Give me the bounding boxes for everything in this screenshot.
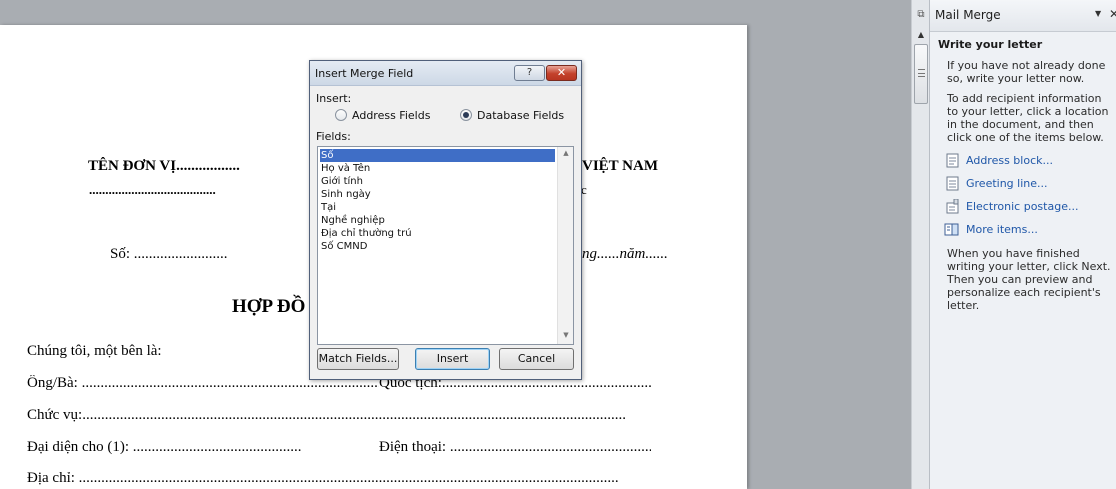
pane-paragraph-3: When you have finished writing your lett…: [947, 247, 1111, 312]
address-block-label: Address block...: [966, 153, 1053, 167]
cancel-button[interactable]: Cancel: [499, 348, 574, 370]
list-item[interactable]: Số: [320, 149, 555, 162]
electronic-postage-icon: [946, 199, 959, 214]
database-fields-label[interactable]: Database Fields: [477, 109, 564, 122]
insert-label: Insert:: [316, 92, 352, 105]
address-line: Địa chỉ: ...............................…: [27, 470, 619, 486]
greeting-line-label: Greeting line...: [966, 176, 1048, 190]
list-item[interactable]: Sinh ngày: [320, 188, 555, 201]
help-button[interactable]: ?: [514, 65, 545, 81]
greeting-line-icon: [946, 176, 959, 191]
scroll-thumb[interactable]: [914, 44, 928, 104]
address-fields-radio[interactable]: [335, 109, 347, 121]
scroll-up-arrow-icon[interactable]: ▲: [558, 149, 574, 157]
address-block-icon: [946, 153, 959, 168]
pane-title: Mail Merge: [935, 8, 1001, 22]
more-items-link[interactable]: More items...: [944, 220, 1038, 238]
match-fields-button[interactable]: Match Fields...: [317, 348, 399, 370]
section-title: Write your letter: [938, 38, 1043, 51]
dialog-title: Insert Merge Field: [315, 67, 414, 80]
more-items-icon: [944, 223, 959, 236]
electronic-postage-link[interactable]: Electronic postage...: [946, 197, 1079, 215]
phone-line: Điện thoại: ............................…: [379, 439, 651, 455]
contract-title: HỢP ĐỒ: [232, 296, 306, 317]
vertical-scrollbar[interactable]: ⧉ ▲: [911, 0, 929, 489]
close-icon[interactable]: ✕: [1109, 7, 1116, 21]
unit-name-line2: .......................................: [89, 182, 216, 197]
database-fields-radio[interactable]: [460, 109, 472, 121]
pane-paragraph-2: To add recipient information to your let…: [947, 92, 1109, 144]
list-item[interactable]: Địa chỉ thường trú: [320, 227, 555, 240]
mail-merge-pane: Mail Merge ▼ ✕ Write your letter If you …: [929, 0, 1116, 489]
list-item[interactable]: Họ và Tên: [320, 162, 555, 175]
list-item[interactable]: Giới tính: [320, 175, 555, 188]
pane-header: Mail Merge ▼ ✕: [930, 0, 1116, 32]
greeting-line-link[interactable]: Greeting line...: [946, 174, 1048, 192]
electronic-postage-label: Electronic postage...: [966, 199, 1079, 213]
fields-label: Fields:: [316, 130, 351, 143]
close-button[interactable]: ✕: [546, 65, 577, 81]
scroll-down-arrow-icon[interactable]: ▼: [558, 331, 574, 339]
list-item[interactable]: Nghề nghiệp: [320, 214, 555, 227]
split-view-icon[interactable]: ⧉: [915, 9, 927, 21]
list-item[interactable]: Tại: [320, 201, 555, 214]
chevron-down-icon[interactable]: ▼: [1095, 9, 1101, 18]
document-date: ng......năm......: [582, 246, 668, 262]
address-block-link[interactable]: Address block...: [946, 151, 1053, 169]
address-fields-label[interactable]: Address Fields: [352, 109, 430, 122]
parties-line: Chúng tôi, một bên là:: [27, 343, 162, 359]
list-item[interactable]: Số CMND: [320, 240, 555, 253]
represent-line: Đại diện cho (1): ......................…: [27, 439, 302, 455]
list-scrollbar[interactable]: ▲ ▼: [557, 147, 573, 344]
fields-listbox[interactable]: Số Họ và Tên Giới tính Sinh ngày Tại Ngh…: [317, 146, 574, 345]
scroll-up-arrow-icon[interactable]: ▲: [915, 30, 927, 40]
more-items-label: More items...: [966, 222, 1038, 236]
nation-heading: VIỆT NAM: [582, 158, 658, 174]
insert-button[interactable]: Insert: [415, 348, 490, 370]
unit-name: TÊN ĐƠN VỊ.................: [88, 158, 240, 174]
dialog-titlebar[interactable]: Insert Merge Field ? ✕: [310, 61, 581, 86]
dialog-body: Insert: Address Fields Database Fields F…: [310, 86, 581, 379]
position-line: Chức vụ:................................…: [27, 407, 626, 423]
document-number: Số: .........................: [110, 246, 228, 262]
grip-icon: [918, 69, 925, 77]
insert-merge-field-dialog: Insert Merge Field ? ✕ Insert: Address F…: [309, 60, 582, 380]
pane-paragraph-1: If you have not already done so, write y…: [947, 59, 1106, 85]
